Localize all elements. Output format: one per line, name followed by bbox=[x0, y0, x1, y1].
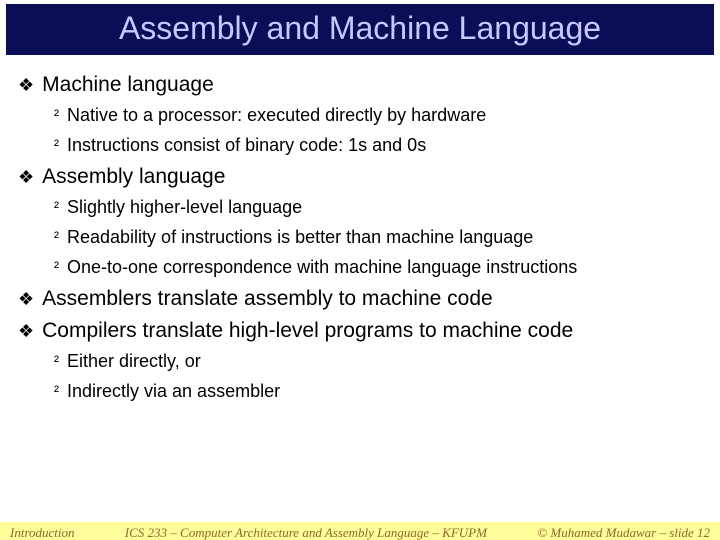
diamond-icon: ❖ bbox=[18, 287, 34, 311]
bullet-l1: ❖ Compilers translate high-level programs… bbox=[18, 319, 702, 343]
bullet-l2: ² Indirectly via an assembler bbox=[54, 381, 702, 403]
bullet-text: Assembly language bbox=[42, 165, 225, 189]
bullet-text: One-to-one correspondence with machine l… bbox=[67, 257, 577, 278]
bullet-text: Slightly higher-level language bbox=[67, 197, 302, 218]
bullet-l1: ❖ Assemblers translate assembly to machin… bbox=[18, 287, 702, 311]
sub-icon: ² bbox=[54, 351, 59, 373]
diamond-icon: ❖ bbox=[18, 319, 34, 343]
bullet-text: Readability of instructions is better th… bbox=[67, 227, 533, 248]
sub-icon: ² bbox=[54, 381, 59, 403]
bullet-l2: ² Instructions consist of binary code: 1s… bbox=[54, 135, 702, 157]
bullet-text: Instructions consist of binary code: 1s … bbox=[67, 135, 426, 156]
bullet-l1: ❖ Assembly language bbox=[18, 165, 702, 189]
bullet-text: Native to a processor: executed directly… bbox=[67, 105, 486, 126]
bullet-text: Assemblers translate assembly to machine… bbox=[42, 287, 493, 311]
bullet-l2: ² One-to-one correspondence with machine … bbox=[54, 257, 702, 279]
slide-title: Assembly and Machine Language bbox=[6, 8, 714, 49]
diamond-icon: ❖ bbox=[18, 73, 34, 97]
footer-center: ICS 233 – Computer Architecture and Asse… bbox=[75, 525, 538, 540]
bullet-text: Compilers translate high-level programs … bbox=[42, 319, 573, 343]
title-bar: Assembly and Machine Language bbox=[6, 4, 714, 55]
bullet-l1: ❖ Machine language bbox=[18, 73, 702, 97]
bullet-l2: ² Readability of instructions is better t… bbox=[54, 227, 702, 249]
slide-content: ❖ Machine language ² Native to a processor… bbox=[0, 55, 720, 403]
sub-icon: ² bbox=[54, 105, 59, 127]
footer-right: © Muhamed Mudawar – slide 12 bbox=[537, 525, 710, 540]
bullet-l2: ² Native to a processor: executed directl… bbox=[54, 105, 702, 127]
bullet-text: Machine language bbox=[42, 73, 214, 97]
sub-icon: ² bbox=[54, 135, 59, 157]
sub-icon: ² bbox=[54, 227, 59, 249]
footer-left: Introduction bbox=[10, 525, 75, 540]
bullet-text: Indirectly via an assembler bbox=[67, 381, 280, 402]
bullet-l2: ² Either directly, or bbox=[54, 351, 702, 373]
bullet-text: Either directly, or bbox=[67, 351, 201, 372]
diamond-icon: ❖ bbox=[18, 165, 34, 189]
bullet-l2: ² Slightly higher-level language bbox=[54, 197, 702, 219]
sub-icon: ² bbox=[54, 257, 59, 279]
slide-footer: Introduction ICS 233 – Computer Architec… bbox=[0, 522, 720, 540]
sub-icon: ² bbox=[54, 197, 59, 219]
